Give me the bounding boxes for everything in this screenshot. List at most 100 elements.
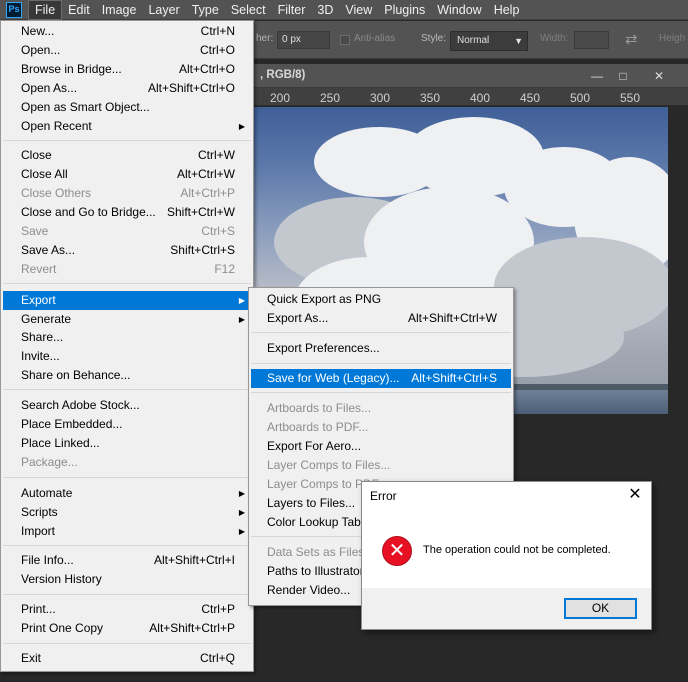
export-item-quick-png[interactable]: Quick Export as PNG [251, 290, 511, 309]
menu-item-label: Print... [21, 602, 56, 616]
menu-item-open-as[interactable]: Open As... Alt+Shift+Ctrl+O [3, 79, 251, 98]
menu-item-label: Export [21, 293, 56, 307]
menu-item-save: Save Ctrl+S [3, 222, 251, 241]
menu-item-shortcut: Ctrl+O [199, 43, 235, 57]
antialias-checkbox[interactable] [340, 35, 350, 45]
menu-separator [3, 594, 251, 595]
menu-item-shortcut: Alt+Shift+Ctrl+S [411, 371, 497, 385]
menu-item-version-history[interactable]: Version History [3, 570, 251, 589]
menu-item-label: Revert [21, 262, 57, 276]
menu-item-label: Place Linked... [21, 436, 100, 450]
submenu-arrow-icon: ▶ [238, 527, 245, 536]
menu-item-label: Generate [21, 312, 72, 326]
menu-item-print[interactable]: Print... Ctrl+P [3, 600, 251, 619]
menu-item-share-behance[interactable]: Share on Behance... [3, 366, 251, 385]
menu-help[interactable]: Help [488, 0, 526, 20]
menu-item-place-linked[interactable]: Place Linked... [3, 434, 251, 453]
ruler-tick: 350 [420, 91, 441, 105]
menu-item-label: Paths to Illustrator... [267, 564, 374, 578]
export-item-preferences[interactable]: Export Preferences... [251, 339, 511, 358]
menu-item-label: Open As... [21, 81, 78, 95]
menu-item-shortcut: Ctrl+P [201, 602, 235, 616]
menu-item-generate[interactable]: Generate ▶ [3, 310, 251, 329]
menu-item-label: Close All [21, 167, 68, 181]
menu-item-close-others: Close Others Alt+Ctrl+P [3, 184, 251, 203]
menu-item-automate[interactable]: Automate ▶ [3, 484, 251, 503]
menu-type[interactable]: Type [186, 0, 225, 20]
feather-input[interactable]: 0 px [277, 31, 330, 49]
menu-item-close-all[interactable]: Close All Alt+Ctrl+W [3, 165, 251, 184]
menu-item-print-one-copy[interactable]: Print One Copy Alt+Shift+Ctrl+P [3, 619, 251, 638]
menu-item-open-recent[interactable]: Open Recent ▶ [3, 117, 251, 136]
menu-3d[interactable]: 3D [311, 0, 339, 20]
menu-plugins[interactable]: Plugins [378, 0, 431, 20]
export-item-export-as[interactable]: Export As... Alt+Shift+Ctrl+W [251, 309, 511, 328]
menu-item-exit[interactable]: Exit Ctrl+Q [3, 649, 251, 668]
dialog-title: Error [370, 489, 397, 503]
menu-file[interactable]: File [28, 0, 63, 20]
menu-image[interactable]: Image [96, 0, 143, 20]
export-item-save-for-web[interactable]: Save for Web (Legacy)... Alt+Shift+Ctrl+S [251, 369, 511, 388]
menu-item-label: Package... [21, 455, 78, 469]
menu-item-label: Artboards to PDF... [267, 420, 369, 434]
menu-item-share[interactable]: Share... [3, 328, 251, 347]
menu-item-open-smart-object[interactable]: Open as Smart Object... [3, 98, 251, 117]
menu-item-shortcut: Alt+Shift+Ctrl+P [149, 621, 235, 635]
restore-icon[interactable]: □ [610, 66, 636, 86]
menu-item-label: Open... [21, 43, 61, 57]
export-item-aero[interactable]: Export For Aero... [251, 437, 511, 456]
menu-item-label: Render Video... [267, 583, 351, 597]
menu-item-import[interactable]: Import ▶ [3, 522, 251, 541]
menu-filter[interactable]: Filter [272, 0, 312, 20]
close-icon[interactable]: ✕ [625, 484, 645, 506]
ruler-tick: 300 [370, 91, 391, 105]
close-icon[interactable]: ✕ [646, 66, 672, 86]
width-input[interactable] [574, 31, 609, 49]
menu-item-shortcut: Alt+Ctrl+O [178, 62, 235, 76]
submenu-arrow-icon: ▶ [238, 508, 245, 517]
menu-item-export[interactable]: Export ▶ [3, 291, 251, 310]
antialias-label: Anti-alias [354, 33, 396, 44]
menu-separator [3, 389, 251, 390]
ruler-tick: 450 [520, 91, 541, 105]
menu-item-scripts[interactable]: Scripts ▶ [3, 503, 251, 522]
error-message: The operation could not be completed. [423, 544, 611, 556]
menu-item-label: Share on Behance... [21, 368, 131, 382]
menu-item-shortcut: Ctrl+N [200, 24, 235, 38]
feather-label: her: [256, 33, 274, 44]
menu-item-browse-in-bridge[interactable]: Browse in Bridge... Alt+Ctrl+O [3, 60, 251, 79]
menu-item-place-embedded[interactable]: Place Embedded... [3, 415, 251, 434]
menu-item-label: Layer Comps to Files... [267, 458, 391, 472]
horizontal-ruler: 200 250 300 350 400 450 500 550 [248, 88, 688, 106]
style-select[interactable]: Normal ▼ [450, 31, 528, 51]
menu-separator [3, 643, 251, 644]
menu-item-label: Save for Web (Legacy)... [267, 371, 400, 385]
menu-item-label: Place Embedded... [21, 417, 123, 431]
menu-item-label: Save As... [21, 243, 76, 257]
menu-layer[interactable]: Layer [142, 0, 185, 20]
menu-select[interactable]: Select [225, 0, 272, 20]
submenu-arrow-icon: ▶ [238, 122, 245, 131]
ok-button[interactable]: OK [564, 598, 637, 619]
file-menu: New... Ctrl+N Open... Ctrl+O Browse in Bri… [0, 20, 254, 672]
menu-item-close[interactable]: Close Ctrl+W [3, 146, 251, 165]
menu-edit[interactable]: Edit [62, 0, 96, 20]
menu-item-invite[interactable]: Invite... [3, 347, 251, 366]
menu-item-label: Automate [21, 486, 73, 500]
menu-item-label: Quick Export as PNG [267, 292, 382, 306]
menu-separator [3, 283, 251, 284]
menu-item-file-info[interactable]: File Info... Alt+Shift+Ctrl+I [3, 551, 251, 570]
menu-item-revert: Revert F12 [3, 260, 251, 279]
menu-item-new[interactable]: New... Ctrl+N [3, 22, 251, 41]
menu-window[interactable]: Window [431, 0, 487, 20]
menu-item-open[interactable]: Open... Ctrl+O [3, 41, 251, 60]
menu-item-search-stock[interactable]: Search Adobe Stock... [3, 396, 251, 415]
menu-item-close-go-bridge[interactable]: Close and Go to Bridge... Shift+Ctrl+W [3, 203, 251, 222]
menu-item-save-as[interactable]: Save As... Shift+Ctrl+S [3, 241, 251, 260]
menu-view[interactable]: View [339, 0, 378, 20]
minimize-icon[interactable]: — [584, 66, 610, 86]
swap-dimensions-icon[interactable]: ⇄ [625, 30, 638, 48]
menu-item-label: Open Recent [21, 119, 92, 133]
menu-item-label: Browse in Bridge... [21, 62, 122, 76]
ruler-tick: 250 [320, 91, 341, 105]
